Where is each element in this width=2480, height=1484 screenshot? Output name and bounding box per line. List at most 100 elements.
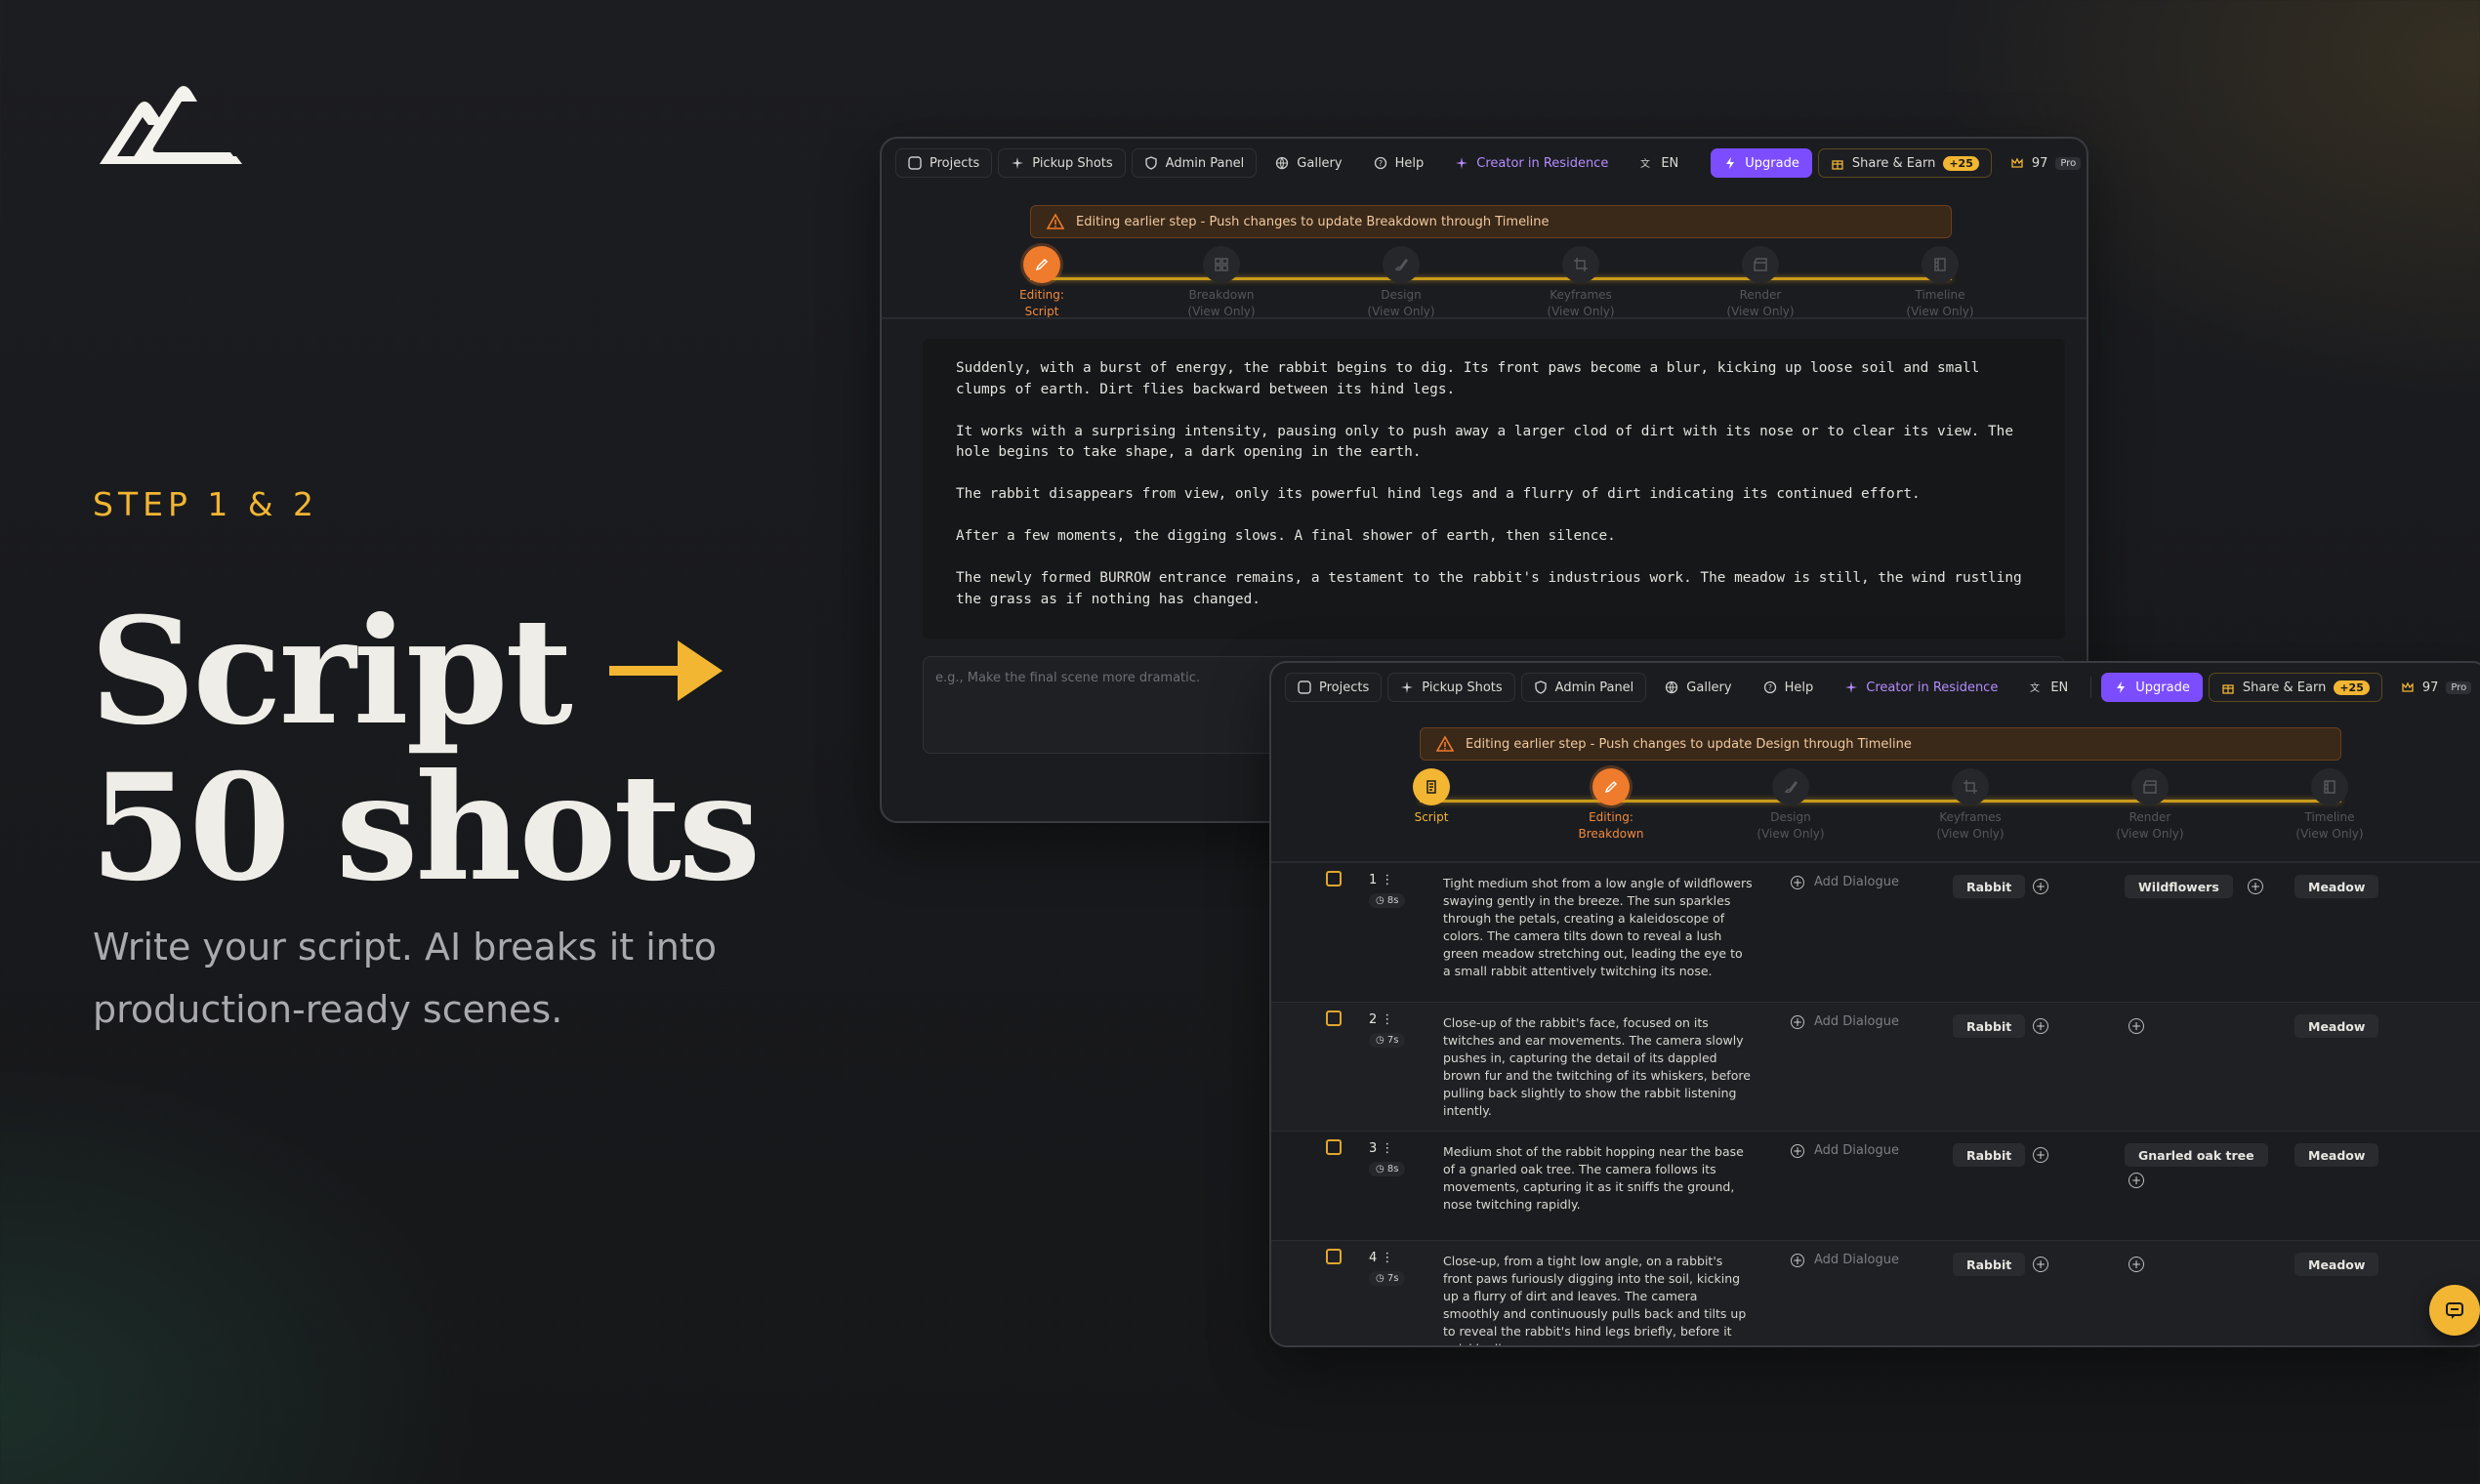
nav-pickup-shots[interactable]: Pickup Shots [998, 148, 1126, 178]
add-character-icon[interactable]: + [2033, 879, 2048, 894]
character-tag[interactable]: Rabbit [1953, 1143, 2026, 1167]
brush-icon [1394, 258, 1408, 271]
add-character-icon[interactable]: + [2033, 1147, 2048, 1163]
nav-projects[interactable]: Projects [895, 148, 993, 178]
share-earn-button[interactable]: Share & Earn +25 [1817, 148, 1992, 178]
share-label: Share & Earn [2242, 680, 2327, 695]
nav-pickup-shots[interactable]: Pickup Shots [1387, 673, 1515, 702]
step-timeline[interactable]: Timeline (View Only) [1881, 246, 1999, 320]
add-character-icon[interactable]: + [2033, 1018, 2048, 1034]
add-prop-icon[interactable]: + [2129, 1018, 2144, 1034]
location-tag[interactable]: Meadow [2294, 875, 2379, 898]
location-tag[interactable]: Meadow [2294, 1253, 2379, 1276]
nav-creator[interactable]: Creator in Residence [1442, 148, 1621, 178]
shot-checkbox[interactable] [1326, 1139, 1342, 1155]
shot-row: 3 ⋮ ◷ 8s Medium shot of the rabbit hopping… [1271, 1132, 2480, 1241]
crop-icon [1963, 780, 1977, 794]
workflow-stepper: Editing: Script Breakdown (View Only) Design… [1019, 246, 1974, 324]
shot-duration-badge: ◷ 8s [1369, 1162, 1406, 1176]
pencil-icon [1604, 780, 1618, 794]
step-design[interactable]: Design (View Only) [1343, 246, 1460, 320]
character-tag[interactable]: Rabbit [1953, 875, 2026, 898]
shot-list: 1 ⋮ ◷ 8s Tight medium shot from a low angl… [1271, 863, 2480, 1345]
shot-description[interactable]: Medium shot of the rabbit hopping near t… [1443, 1143, 1754, 1214]
add-dialogue-button[interactable]: + Add Dialogue [1791, 875, 1899, 889]
step-sublabel: (View Only) [1757, 827, 1825, 841]
plus-icon: + [1791, 1253, 1804, 1267]
add-dialogue-button[interactable]: + Add Dialogue [1791, 1143, 1899, 1158]
step-sublabel: (View Only) [2116, 827, 2184, 841]
upgrade-button[interactable]: Upgrade [2101, 673, 2203, 702]
add-character-icon[interactable]: + [2033, 1257, 2048, 1272]
shot-checkbox[interactable] [1326, 871, 1342, 886]
credits-display[interactable]: 97 Pro [2388, 673, 2480, 702]
sparkle-icon [1401, 681, 1414, 693]
step-render[interactable]: Render (View Only) [2091, 768, 2209, 843]
clapper-icon [2143, 780, 2157, 794]
add-dialogue-label: Add Dialogue [1814, 875, 1899, 889]
shot-description[interactable]: Close-up of the rabbit's face, focused o… [1443, 1014, 1754, 1120]
chat-icon [2446, 1302, 2463, 1319]
nav-gallery[interactable]: Gallery [1262, 148, 1354, 178]
nav-help[interactable]: ? Help [1361, 148, 1437, 178]
add-dialogue-button[interactable]: + Add Dialogue [1791, 1253, 1899, 1267]
crop-icon [1574, 258, 1588, 271]
step-keyframes[interactable]: Keyframes (View Only) [1912, 768, 2029, 843]
prop-tag[interactable]: Wildflowers [2125, 875, 2233, 898]
step-circle [1383, 246, 1420, 283]
step-render[interactable]: Render (View Only) [1702, 246, 1819, 320]
shot-checkbox[interactable] [1326, 1010, 1342, 1026]
nav-creator[interactable]: Creator in Residence [1832, 673, 2010, 702]
location-tag[interactable]: Meadow [2294, 1143, 2379, 1167]
nav-projects-label: Projects [930, 155, 980, 171]
prop-tag[interactable]: Gnarled oak tree [2125, 1143, 2268, 1167]
script-icon [1426, 780, 1436, 794]
add-prop-icon[interactable]: + [2129, 1257, 2144, 1272]
share-earn-button[interactable]: Share & Earn +25 [2208, 673, 2382, 702]
nav-language-label: EN [1661, 155, 1679, 171]
nav-help[interactable]: ? Help [1751, 673, 1827, 702]
svg-text:?: ? [1767, 683, 1771, 692]
step-label: Script [1414, 810, 1449, 824]
character-tag[interactable]: Rabbit [1953, 1253, 2026, 1276]
step-label: Keyframes [1939, 810, 2002, 824]
nav-language[interactable]: 文 EN [2016, 673, 2081, 702]
credits-display[interactable]: 97 Pro [1998, 148, 2087, 178]
share-badge: +25 [2334, 680, 2370, 695]
location-tag[interactable]: Meadow [2294, 1014, 2379, 1038]
nav-admin-panel[interactable]: Admin Panel [1520, 673, 1647, 702]
chat-button[interactable] [2429, 1285, 2480, 1336]
step-breakdown[interactable]: Breakdown (View Only) [1163, 246, 1280, 320]
shot-description[interactable]: Close-up, from a tight low angle, on a r… [1443, 1253, 1754, 1345]
step-design[interactable]: Design (View Only) [1732, 768, 1849, 843]
upgrade-label: Upgrade [1745, 155, 1799, 171]
shot-description[interactable]: Tight medium shot from a low angle of wi… [1443, 875, 1754, 980]
step-editing[interactable]: Editing: Script [983, 246, 1100, 320]
shot-checkbox[interactable] [1326, 1249, 1342, 1264]
sparkle-icon [1456, 157, 1468, 169]
step-editing[interactable]: Editing: Breakdown [1552, 768, 1670, 843]
upgrade-button[interactable]: Upgrade [1711, 148, 1812, 178]
shot-row: 1 ⋮ ◷ 8s Tight medium shot from a low angl… [1271, 863, 2480, 1003]
gift-icon [2222, 684, 2234, 694]
nav-language[interactable]: 文 EN [1627, 148, 1691, 178]
help-icon: ? [1374, 156, 1386, 170]
nav-gallery-label: Gallery [1686, 680, 1732, 695]
nav-gallery[interactable]: Gallery [1652, 673, 1744, 702]
script-text-area[interactable]: Suddenly, with a burst of energy, the ra… [923, 339, 2065, 639]
globe-icon [1666, 680, 1678, 694]
step-script[interactable]: Script [1373, 768, 1490, 826]
nav-projects[interactable]: Projects [1285, 673, 1383, 702]
script-paragraph: It works with a surprising intensity, pa… [956, 423, 2013, 461]
nav-projects-label: Projects [1319, 680, 1370, 695]
nav-admin-panel[interactable]: Admin Panel [1131, 148, 1258, 178]
step-keyframes[interactable]: Keyframes (View Only) [1522, 246, 1639, 320]
film-icon [2324, 780, 2335, 794]
step-timeline[interactable]: Timeline (View Only) [2271, 768, 2388, 843]
clapper-icon [1754, 258, 1767, 271]
add-dialogue-button[interactable]: + Add Dialogue [1791, 1014, 1899, 1029]
character-tag[interactable]: Rabbit [1953, 1014, 2026, 1038]
edit-warning-banner: Editing earlier step - Push changes to u… [1420, 727, 2341, 761]
add-prop-icon[interactable]: + [2129, 1173, 2144, 1188]
add-prop-icon[interactable]: + [2248, 879, 2263, 894]
